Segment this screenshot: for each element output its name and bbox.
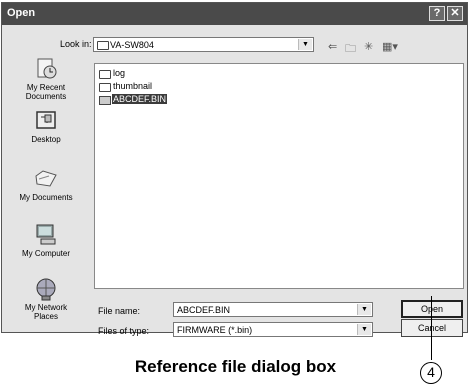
my-network-places-icon (33, 277, 59, 301)
place-desktop[interactable]: Desktop (6, 109, 86, 144)
place-label: My Network (24, 303, 68, 312)
open-button[interactable]: Open (401, 300, 463, 318)
place-my-computer[interactable]: My Computer (6, 223, 86, 258)
chevron-down-icon[interactable]: ▼ (298, 39, 312, 50)
place-label: Desktop (31, 135, 61, 144)
file-type-value: FIRMWARE (*.bin) (177, 325, 253, 335)
file-name: ABCDEF.BIN (112, 94, 168, 104)
file-name-label: File name: (98, 306, 141, 316)
place-label: My Documents (19, 193, 73, 202)
desktop-icon (33, 109, 59, 133)
chevron-down-icon[interactable]: ▼ (357, 324, 371, 335)
look-in-value: VA-SW804 (110, 40, 154, 50)
open-dialog: Open ? ✕ Look in: VA-SW804 ▼ ⇐ 🗀 ✳ ▦▾ My… (1, 2, 468, 337)
my-documents-icon (33, 167, 59, 191)
new-folder-icon[interactable]: ✳ (364, 40, 373, 53)
help-button[interactable]: ? (429, 6, 445, 21)
place-label: My Computer (21, 249, 70, 258)
folder-icon (99, 70, 111, 79)
file-icon (99, 96, 111, 105)
close-button[interactable]: ✕ (447, 6, 463, 21)
up-folder-icon[interactable]: 🗀 (345, 40, 356, 59)
back-icon[interactable]: ⇐ (328, 40, 337, 53)
recent-documents-icon (33, 57, 59, 81)
title-bar[interactable]: Open ? ✕ (2, 3, 467, 25)
place-my-network[interactable]: My Network Places (6, 277, 86, 321)
file-name: thumbnail (113, 81, 153, 91)
chevron-down-icon[interactable]: ▼ (357, 304, 371, 315)
my-computer-icon (33, 223, 59, 247)
callout-line (431, 296, 432, 360)
place-label: My Recent (26, 83, 66, 92)
window-title: Open (7, 7, 36, 19)
cancel-button[interactable]: Cancel (401, 319, 463, 337)
figure-caption: Reference file dialog box (134, 357, 337, 376)
file-name-value: ABCDEF.BIN (177, 305, 231, 315)
look-in-dropdown[interactable]: VA-SW804 ▼ (93, 37, 314, 52)
places-bar: My Recent Documents Desktop My Documents … (6, 57, 86, 327)
folder-icon (99, 83, 111, 92)
file-list[interactable]: log thumbnail ABCDEF.BIN (94, 63, 464, 289)
file-name-field[interactable]: ABCDEF.BIN ▼ (173, 302, 373, 317)
file-type-dropdown[interactable]: FIRMWARE (*.bin) ▼ (173, 322, 373, 337)
place-label: Places (33, 312, 58, 321)
view-menu-icon[interactable]: ▦▾ (382, 40, 398, 53)
folder-icon (97, 41, 109, 50)
place-recent-documents[interactable]: My Recent Documents (6, 57, 86, 101)
file-type-label: Files of type: (98, 326, 150, 336)
file-name: log (113, 68, 126, 78)
look-in-label: Look in: (60, 39, 92, 49)
place-label: Documents (25, 92, 67, 101)
place-my-documents[interactable]: My Documents (6, 167, 86, 202)
